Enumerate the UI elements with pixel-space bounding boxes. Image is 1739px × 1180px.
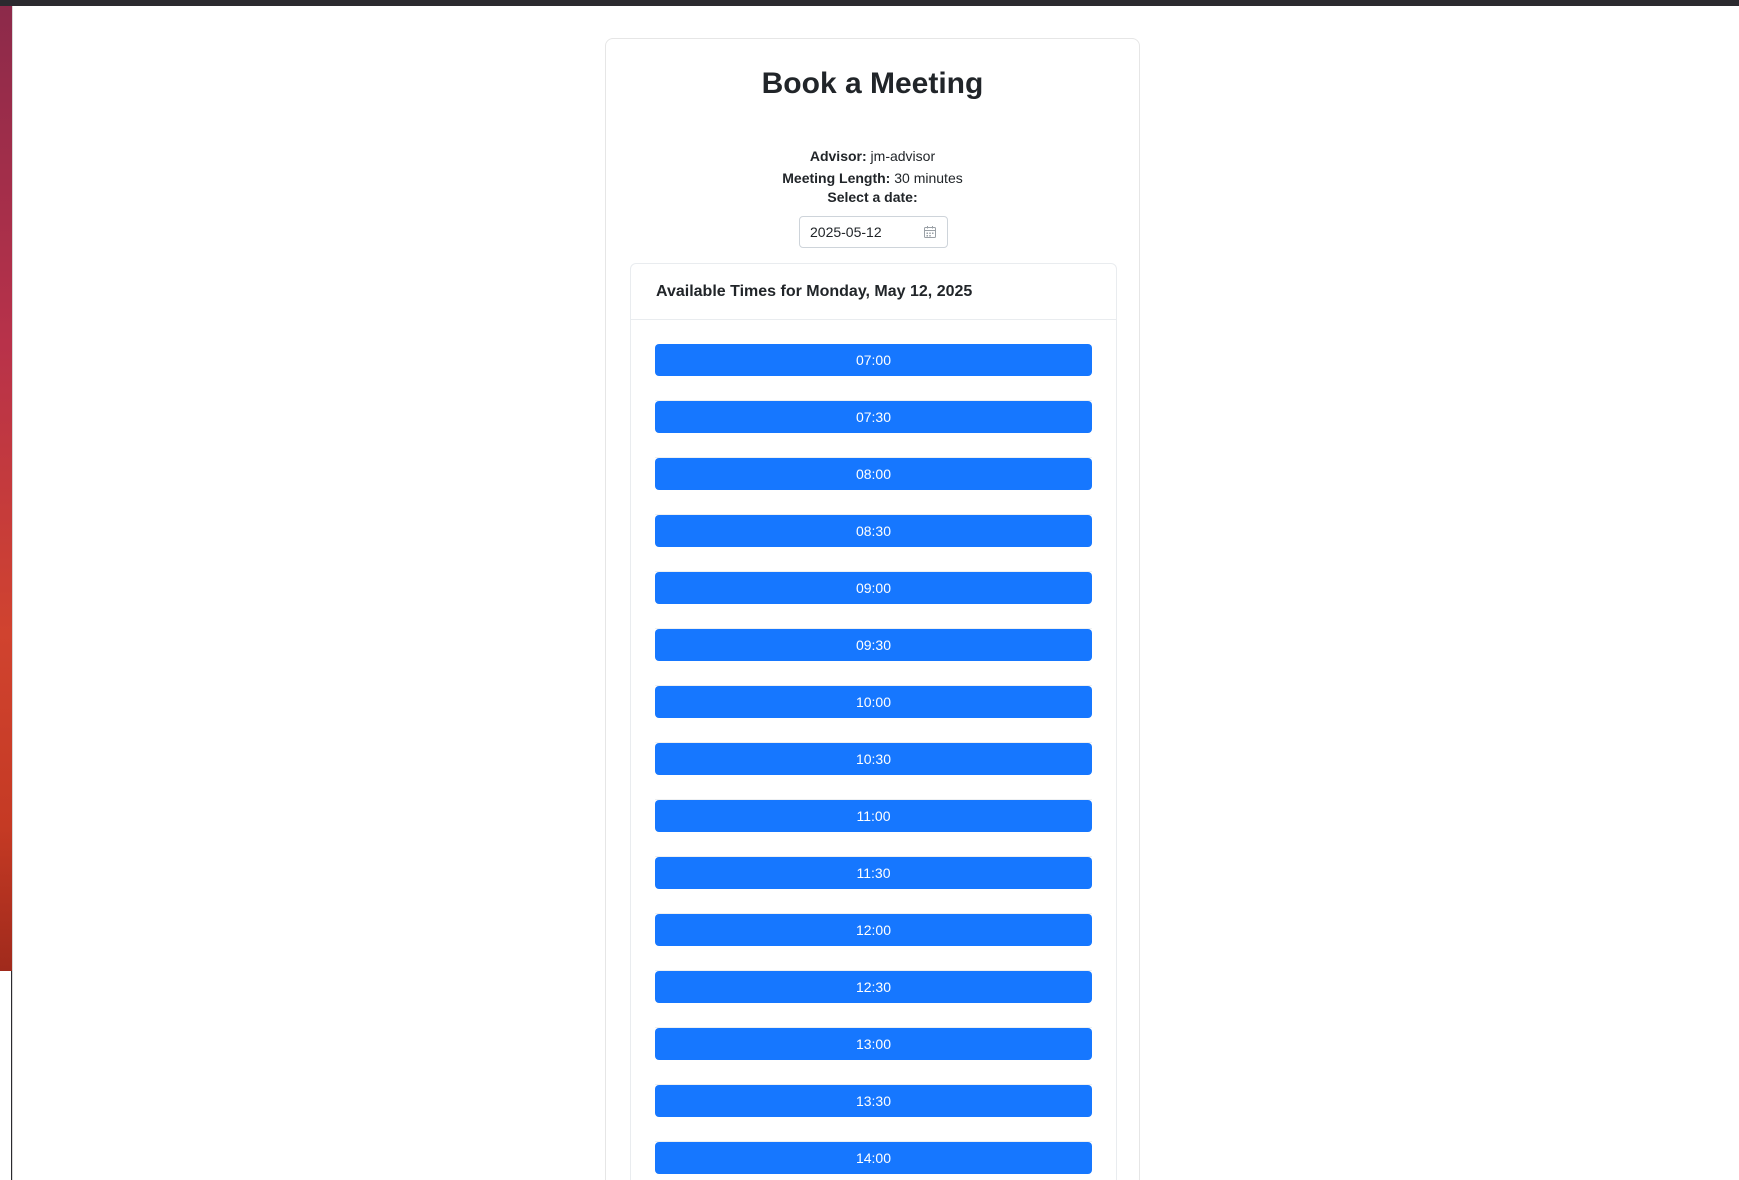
- time-slot-button[interactable]: 07:00: [655, 344, 1092, 376]
- time-slot-item: 07:30: [655, 401, 1092, 458]
- time-slot-button[interactable]: 11:30: [655, 857, 1092, 889]
- time-slot-button[interactable]: 07:30: [655, 401, 1092, 433]
- time-slot-button[interactable]: 08:30: [655, 515, 1092, 547]
- page-title: Book a Meeting: [761, 67, 984, 100]
- time-slot-button[interactable]: 11:00: [655, 800, 1092, 832]
- time-slot-item: 11:30: [655, 857, 1092, 914]
- meeting-length-line: Meeting Length: 30 minutes: [606, 168, 1139, 188]
- time-slot-button[interactable]: 08:00: [655, 458, 1092, 490]
- time-slot-item: 09:00: [655, 572, 1092, 629]
- advisor-label: Advisor:: [809, 148, 867, 164]
- window-border: [12, 6, 13, 1180]
- time-slot-item: 10:00: [655, 686, 1092, 743]
- time-slot-button[interactable]: 09:00: [655, 572, 1092, 604]
- time-slot-button[interactable]: 09:30: [655, 629, 1092, 661]
- booking-card: Book a Meeting Advisor: jm-advisor Meeti…: [605, 38, 1140, 1180]
- time-slot-button[interactable]: 14:00: [655, 1142, 1092, 1174]
- window-top-bar: [0, 0, 1739, 6]
- time-slot-button[interactable]: 13:30: [655, 1085, 1092, 1117]
- time-slot-item: 09:30: [655, 629, 1092, 686]
- date-label: Select a date:: [827, 189, 918, 205]
- meeting-length-value: 30 minutes: [894, 170, 963, 186]
- time-slot-item: 08:00: [655, 458, 1092, 515]
- advisor-line: Advisor: jm-advisor: [606, 146, 1139, 166]
- screen: Book a Meeting Advisor: jm-advisor Meeti…: [0, 0, 1739, 1180]
- time-slot-list: 07:00 07:30 08:00 08:30 09:00 09:30 10:00 10:30…: [655, 344, 1092, 1180]
- time-slot-button[interactable]: 10:30: [655, 743, 1092, 775]
- time-slot-item: 07:00: [655, 344, 1092, 401]
- time-slot-item: 13:30: [655, 1085, 1092, 1142]
- advisor-value: jm-advisor: [870, 148, 936, 164]
- desktop-edge: [0, 971, 12, 1180]
- calendar-icon[interactable]: [923, 225, 937, 239]
- desktop-background: [0, 6, 12, 971]
- time-slot-button[interactable]: 12:30: [655, 971, 1092, 1003]
- date-input[interactable]: 2025-05-12: [799, 216, 948, 248]
- time-slot-item: 10:30: [655, 743, 1092, 800]
- time-slot-item: 11:00: [655, 800, 1092, 857]
- meeting-length-label: Meeting Length:: [782, 170, 891, 186]
- time-slot-button[interactable]: 12:00: [655, 914, 1092, 946]
- available-times-heading: Available Times for Monday, May 12, 2025: [631, 264, 1116, 320]
- time-slot-item: 13:00: [655, 1028, 1092, 1085]
- time-slot-item: 12:30: [655, 971, 1092, 1028]
- time-slot-item: 12:00: [655, 914, 1092, 971]
- time-slot-button[interactable]: 13:00: [655, 1028, 1092, 1060]
- available-times-panel: Available Times for Monday, May 12, 2025…: [630, 263, 1117, 1180]
- time-slot-button[interactable]: 10:00: [655, 686, 1092, 718]
- date-input-value: 2025-05-12: [810, 224, 882, 240]
- time-slot-item: 08:30: [655, 515, 1092, 572]
- time-slot-item: 14:00: [655, 1142, 1092, 1180]
